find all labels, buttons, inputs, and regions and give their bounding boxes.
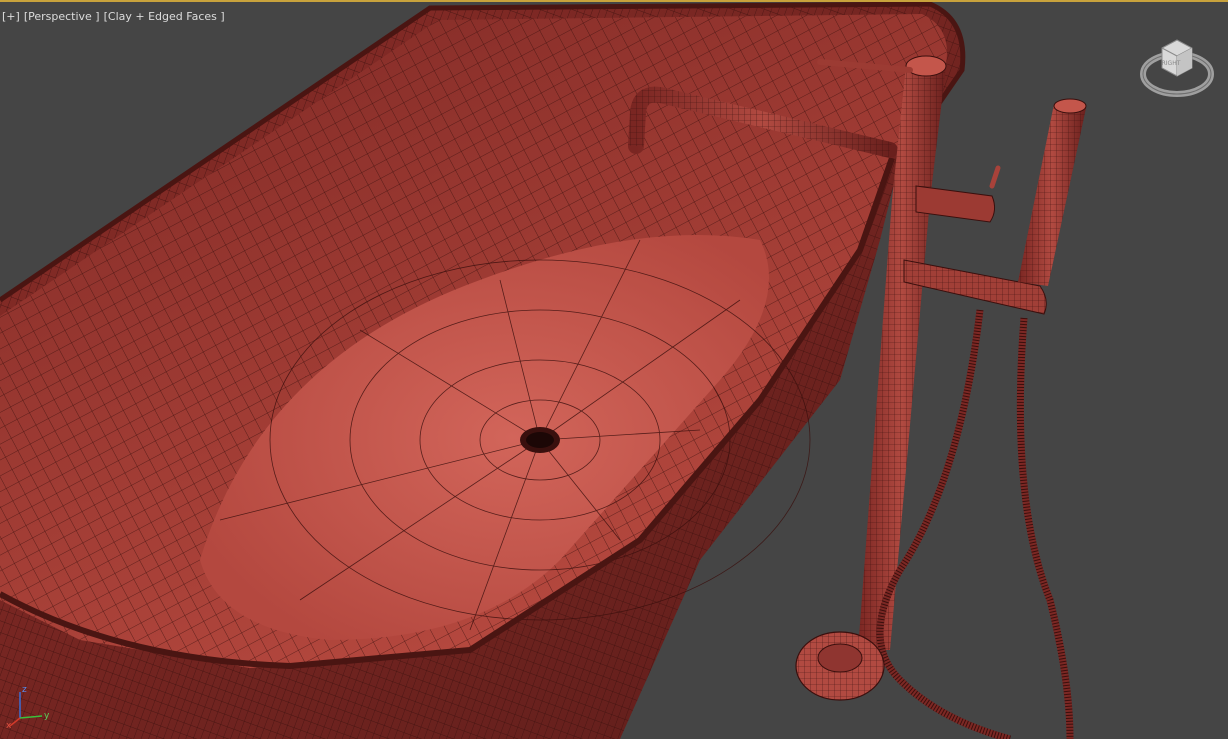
axis-x-label: x <box>6 721 12 730</box>
axis-tripod-icon: z y x <box>6 685 50 730</box>
viewport-shading-menu[interactable]: [Clay + Edged Faces ] <box>104 10 225 23</box>
viewport-label: [+] [Perspective ] [Clay + Edged Faces ] <box>2 8 225 24</box>
axis-y-label: y <box>44 711 50 721</box>
viewcube-icon[interactable] <box>1140 34 1214 100</box>
axis-z-label: z <box>22 685 27 695</box>
perspective-viewport[interactable]: [+] [Perspective ] [Clay + Edged Faces ]… <box>0 0 1228 739</box>
active-viewport-border <box>0 0 1228 2</box>
viewport-point-of-view-menu[interactable]: [Perspective ] <box>24 10 100 23</box>
scene-render[interactable] <box>0 0 1228 739</box>
viewport-general-menu[interactable]: [+] <box>2 10 20 23</box>
